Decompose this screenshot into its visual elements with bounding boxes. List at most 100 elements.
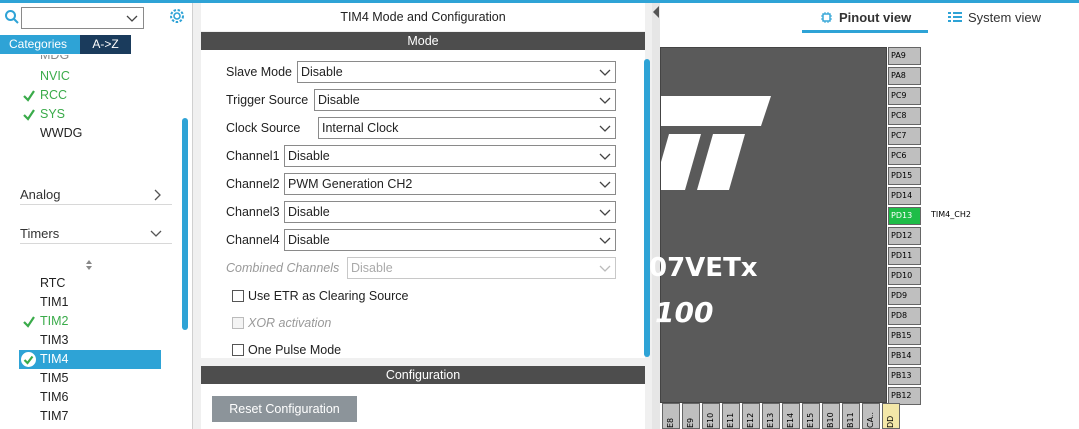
pin-pc9[interactable]: PC9 <box>888 87 921 105</box>
tree-item-nvic[interactable]: NVIC <box>40 67 70 86</box>
pin-bottom-1[interactable]: E9 <box>682 403 700 429</box>
mode-section-header[interactable]: Mode <box>201 32 645 50</box>
panel-splitter[interactable] <box>652 3 660 429</box>
tree-item-tim1[interactable]: TIM1 <box>40 293 68 312</box>
mode-configuration-panel: TIM4 Mode and Configuration Mode Slave M… <box>193 3 655 429</box>
pin-bottom-2[interactable]: E10 <box>702 403 720 429</box>
pin-pd11[interactable]: PD11 <box>888 247 921 265</box>
channel2-select[interactable]: PWM Generation CH2 <box>284 173 616 195</box>
pin-bottom-9[interactable]: B11 <box>842 403 860 429</box>
trigger-source-select[interactable]: Disable <box>314 89 616 111</box>
pin-bottom-8[interactable]: B10 <box>822 403 840 429</box>
tab-system-view[interactable]: System view <box>948 7 1058 33</box>
list-icon <box>948 12 962 22</box>
tree-item-rtc[interactable]: RTC <box>40 274 65 293</box>
pin-bottom-5[interactable]: E13 <box>762 403 780 429</box>
pin-pd9[interactable]: PD9 <box>888 287 921 305</box>
pin-pb15[interactable]: PB15 <box>888 327 921 345</box>
pin-pc8[interactable]: PC8 <box>888 107 921 125</box>
pin-pa8[interactable]: PA8 <box>888 67 921 85</box>
pin-pa9[interactable]: PA9 <box>888 47 921 65</box>
tree-item-rcc[interactable]: RCC <box>40 86 67 105</box>
chevron-down-icon <box>599 153 611 160</box>
tree-item-tim7[interactable]: TIM7 <box>40 407 68 426</box>
search-icon[interactable] <box>4 9 20 25</box>
combined-channels-value: Disable <box>351 261 393 275</box>
tree-item-wwdg[interactable]: WWDG <box>40 124 82 143</box>
channel1-select[interactable]: Disable <box>284 145 616 167</box>
panel-title: TIM4 Mode and Configuration <box>201 3 645 31</box>
channel1-label: Channel1 <box>226 149 280 163</box>
pin-bottom-6[interactable]: E14 <box>782 403 800 429</box>
use-etr-checkbox[interactable] <box>232 290 244 302</box>
configuration-section-header[interactable]: Configuration <box>201 366 645 384</box>
slave-mode-label: Slave Mode <box>226 65 293 79</box>
tree-item-tim3[interactable]: TIM3 <box>40 331 68 350</box>
pin-bottom-10[interactable]: CA.. <box>862 403 880 429</box>
chip-icon <box>821 12 832 23</box>
pin-bottom-4[interactable]: E12 <box>742 403 760 429</box>
clock-source-select[interactable]: Internal Clock <box>318 117 616 139</box>
tree-item-tim6[interactable]: TIM6 <box>40 388 68 407</box>
one-pulse-mode-checkbox[interactable] <box>232 344 244 356</box>
chevron-down-icon <box>599 125 611 132</box>
chip-part-number: 07VETx <box>649 253 758 283</box>
tree-item-tim5[interactable]: TIM5 <box>40 369 68 388</box>
mode-scrollbar[interactable] <box>644 59 650 357</box>
chevron-down-icon <box>150 230 162 237</box>
category-timers-label: Timers <box>20 226 60 241</box>
category-analog[interactable]: Analog <box>20 185 172 205</box>
tab-pinout-view[interactable]: Pinout view <box>802 7 928 33</box>
pin-pd10[interactable]: PD10 <box>888 267 921 285</box>
pin-bottom-0[interactable]: E8 <box>662 403 680 429</box>
channel3-label: Channel3 <box>226 205 280 219</box>
pin-bottom-3[interactable]: E11 <box>722 403 740 429</box>
check-circle-icon <box>21 352 36 367</box>
tab-a-to-z[interactable]: A->Z <box>80 35 131 54</box>
pin-pb14[interactable]: PB14 <box>888 347 921 365</box>
pin-pd15[interactable]: PD15 <box>888 167 921 185</box>
pin-bottom-7[interactable]: E15 <box>802 403 820 429</box>
tree-scrollbar[interactable] <box>182 118 188 330</box>
configuration-section: Reset Configuration <box>201 384 645 429</box>
pin-pd14[interactable]: PD14 <box>888 187 921 205</box>
gear-icon[interactable] <box>168 7 186 25</box>
tree-item-tim2[interactable]: TIM2 <box>40 312 68 331</box>
search-input[interactable] <box>21 7 144 29</box>
check-icon <box>23 316 35 328</box>
pin-pd13[interactable]: PD13 <box>888 207 921 225</box>
pin-pc6[interactable]: PC6 <box>888 147 921 165</box>
mcu-chip[interactable]: 07VETx 100 <box>649 47 887 403</box>
mode-section: Slave Mode Disable Trigger Source Disabl… <box>201 50 645 358</box>
one-pulse-mode-label: One Pulse Mode <box>248 343 342 357</box>
tree-item-tim4: TIM4 <box>40 352 69 366</box>
pin-pd12[interactable]: PD12 <box>888 227 921 245</box>
tab-pinout-label: Pinout view <box>839 10 912 25</box>
pin-pc7[interactable]: PC7 <box>888 127 921 145</box>
chevron-down-icon[interactable] <box>126 12 138 24</box>
chip-package: 100 <box>655 296 714 329</box>
sort-icon[interactable] <box>85 259 93 271</box>
slave-mode-select[interactable]: Disable <box>297 61 616 83</box>
collapse-arrow-icon[interactable] <box>653 5 659 19</box>
pin-pd8[interactable]: PD8 <box>888 307 921 325</box>
channel1-value: Disable <box>288 149 330 163</box>
category-timers[interactable]: Timers <box>20 224 172 244</box>
chevron-down-icon <box>599 181 611 188</box>
reset-configuration-button[interactable]: Reset Configuration <box>212 396 357 422</box>
pin-bottom-11[interactable]: DD <box>882 403 900 429</box>
chevron-right-icon <box>154 189 161 201</box>
tab-system-label: System view <box>968 10 1041 25</box>
st-logo-icon <box>661 96 771 190</box>
channel2-label: Channel2 <box>226 177 280 191</box>
pin-pb13[interactable]: PB13 <box>888 367 921 385</box>
category-analog-label: Analog <box>20 187 61 202</box>
tree-item-sys[interactable]: SYS <box>40 105 65 124</box>
channel3-value: Disable <box>288 205 330 219</box>
tree-item-partial[interactable]: MDG <box>40 55 69 65</box>
tab-categories[interactable]: Categories <box>0 35 80 54</box>
channel3-select[interactable]: Disable <box>284 201 616 223</box>
tree-item-tim4-selected[interactable]: TIM4 <box>19 350 161 369</box>
combined-channels-label: Combined Channels <box>226 261 340 275</box>
channel4-select[interactable]: Disable <box>284 229 616 251</box>
